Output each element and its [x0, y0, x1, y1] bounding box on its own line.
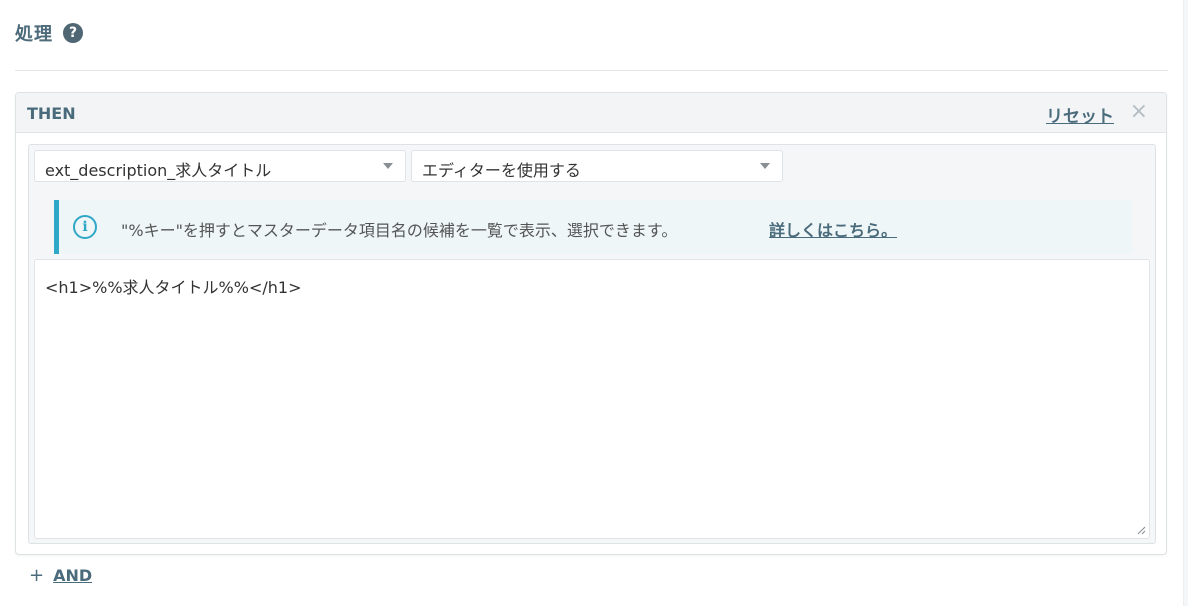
chevron-down-icon	[383, 163, 393, 169]
page: 処理 ? THEN リセット × ext_description_求人タイトル …	[0, 0, 1184, 606]
then-body: ext_description_求人タイトル エディターを使用する i "%キー…	[28, 144, 1156, 544]
divider	[15, 70, 1168, 71]
chevron-down-icon	[760, 163, 770, 169]
mode-select[interactable]: エディターを使用する	[411, 150, 783, 182]
reset-link[interactable]: リセット	[1046, 102, 1114, 127]
section-title-text: 処理	[15, 24, 53, 45]
then-header: THEN リセット ×	[16, 93, 1166, 133]
info-box: i "%キー"を押すとマスターデータ項目名の候補を一覧で表示、選択できます。 詳…	[54, 200, 1132, 254]
field-select[interactable]: ext_description_求人タイトル	[34, 150, 406, 182]
and-link[interactable]: AND	[53, 566, 92, 585]
section-title: 処理 ?	[15, 20, 83, 46]
plus-icon[interactable]: +	[29, 565, 44, 586]
help-icon[interactable]: ?	[63, 23, 83, 43]
then-card: THEN リセット × ext_description_求人タイトル エディター…	[15, 92, 1167, 555]
template-editor[interactable]: <h1>%%求人タイトル%%</h1>	[34, 259, 1150, 539]
editor-content: <h1>%%求人タイトル%%</h1>	[45, 278, 302, 297]
close-icon[interactable]: ×	[1130, 100, 1148, 124]
resize-handle-icon[interactable]	[1136, 525, 1146, 535]
info-message: "%キー"を押すとマスターデータ項目名の候補を一覧で表示、選択できます。	[121, 221, 678, 240]
field-select-value: ext_description_求人タイトル	[45, 161, 272, 180]
then-label: THEN	[27, 104, 76, 123]
info-icon: i	[73, 215, 97, 239]
mode-select-value: エディターを使用する	[422, 161, 581, 180]
add-and-row[interactable]: + AND	[29, 564, 92, 586]
details-link[interactable]: 詳しくはこちら。	[769, 217, 897, 241]
